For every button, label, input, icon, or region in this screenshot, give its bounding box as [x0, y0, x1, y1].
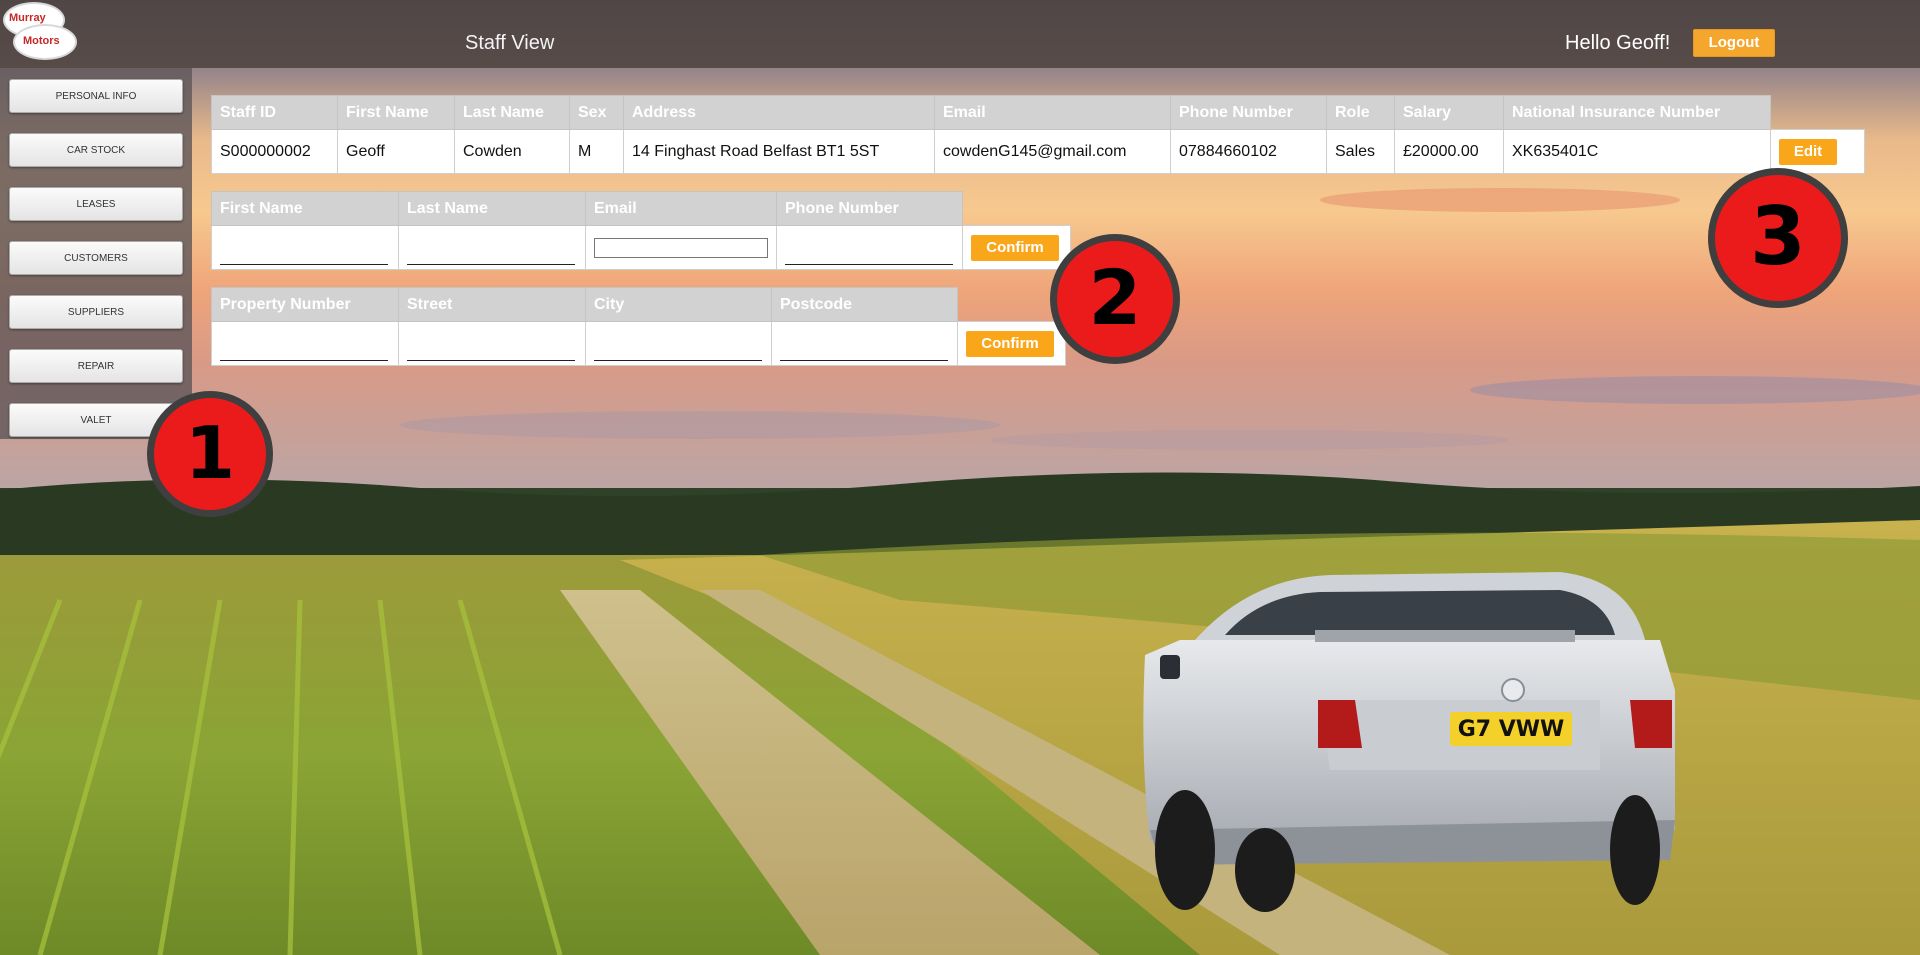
column-header: First Name [211, 191, 399, 226]
first-name-input[interactable] [220, 236, 388, 265]
ni-number-cell: XK635401C [1503, 129, 1771, 174]
staff-details-table: Staff ID First Name Last Name Sex Addres… [211, 95, 1865, 174]
last-name-cell: Cowden [454, 129, 570, 174]
logo-word-motors: Motors [23, 35, 60, 47]
header-spacer [1771, 96, 1865, 130]
header-spacer [963, 192, 1071, 226]
first-name-cell: Geoff [337, 129, 455, 174]
user-greeting: Hello Geoff! [1565, 32, 1671, 54]
column-header: Email [585, 191, 777, 226]
sidebar-item-personal-info[interactable]: PERSONAL INFO [9, 79, 183, 113]
phone-number-cell: 07884660102 [1170, 129, 1327, 174]
edit-button[interactable]: Edit [1779, 138, 1837, 165]
email-cell: cowdenG145@gmail.com [934, 129, 1171, 174]
confirm-cell: Confirm [962, 225, 1071, 270]
step-badge-2: 2 [1050, 234, 1180, 364]
column-header: Property Number [211, 287, 399, 322]
staff-id-cell: S000000002 [211, 129, 338, 174]
property-number-input[interactable] [220, 332, 388, 361]
column-header: Phone Number [776, 191, 963, 226]
sidebar-item-repair[interactable]: REPAIR [9, 349, 183, 383]
city-input[interactable] [594, 332, 762, 361]
contact-edit-form: First Name Last Name Email Phone Number … [211, 191, 1071, 270]
top-header: Murray Motors Staff View Hello Geoff! Lo… [0, 0, 1920, 68]
murray-motors-logo[interactable]: Murray Motors [3, 2, 77, 60]
sidebar-item-customers[interactable]: CUSTOMERS [9, 241, 183, 275]
sidebar: PERSONAL INFO CAR STOCK LEASES CUSTOMERS… [0, 68, 192, 439]
column-header: Salary [1394, 95, 1504, 130]
salary-cell: £20000.00 [1394, 129, 1504, 174]
logout-button[interactable]: Logout [1693, 29, 1775, 57]
sidebar-item-suppliers[interactable]: SUPPLIERS [9, 295, 183, 329]
postcode-input[interactable] [780, 332, 948, 361]
step-badge-1: 1 [147, 391, 273, 517]
logo-word-murray: Murray [9, 12, 46, 24]
address-cell: 14 Finghast Road Belfast BT1 5ST [623, 129, 935, 174]
property-number-input-cell [211, 321, 399, 366]
first-name-input-cell [211, 225, 399, 270]
column-header: Last Name [398, 191, 586, 226]
column-header: First Name [337, 95, 455, 130]
street-input[interactable] [407, 332, 575, 361]
address-edit-form: Property Number Street City Postcode Con… [211, 287, 1066, 366]
column-header: Street [398, 287, 586, 322]
column-header: Phone Number [1170, 95, 1327, 130]
confirm-contact-button[interactable]: Confirm [971, 234, 1059, 261]
last-name-input-cell [398, 225, 586, 270]
street-input-cell [398, 321, 586, 366]
table-header-row: Staff ID First Name Last Name Sex Addres… [211, 95, 1865, 130]
email-input-cell [585, 225, 777, 270]
phone-input-cell [776, 225, 963, 270]
city-input-cell [585, 321, 772, 366]
table-row: Confirm [211, 225, 1071, 270]
last-name-input[interactable] [407, 236, 575, 265]
table-row: S000000002 Geoff Cowden M 14 Finghast Ro… [211, 129, 1865, 174]
table-header-row: Property Number Street City Postcode [211, 287, 1066, 322]
confirm-address-button[interactable]: Confirm [966, 330, 1054, 357]
column-header: Postcode [771, 287, 958, 322]
column-header: Address [623, 95, 935, 130]
table-row: Confirm [211, 321, 1066, 366]
column-header: National Insurance Number [1503, 95, 1771, 130]
email-input[interactable] [594, 237, 768, 258]
edit-cell: Edit [1770, 129, 1865, 174]
postcode-input-cell [771, 321, 958, 366]
column-header: Staff ID [211, 95, 338, 130]
confirm-cell: Confirm [957, 321, 1066, 366]
table-header-row: First Name Last Name Email Phone Number [211, 191, 1071, 226]
column-header: Role [1326, 95, 1395, 130]
sidebar-item-car-stock[interactable]: CAR STOCK [9, 133, 183, 167]
column-header: Email [934, 95, 1171, 130]
phone-number-input[interactable] [785, 236, 953, 265]
sidebar-item-leases[interactable]: LEASES [9, 187, 183, 221]
column-header: Last Name [454, 95, 570, 130]
svg-text:G7 VWW: G7 VWW [1458, 717, 1565, 742]
step-badge-3: 3 [1708, 168, 1848, 308]
page-title: Staff View [465, 32, 555, 54]
column-header: Sex [569, 95, 624, 130]
column-header: City [585, 287, 772, 322]
role-cell: Sales [1326, 129, 1395, 174]
sex-cell: M [569, 129, 624, 174]
